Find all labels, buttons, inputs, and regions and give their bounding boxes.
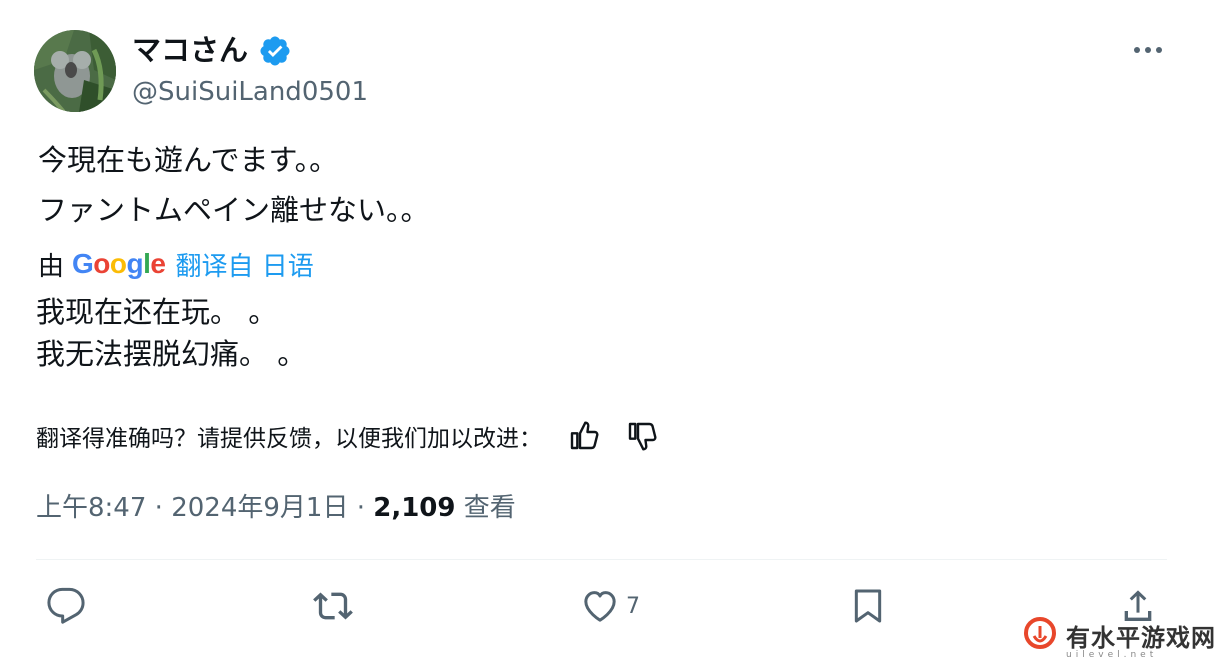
bookmark-icon bbox=[854, 589, 882, 623]
retweet-icon bbox=[313, 592, 353, 620]
tweet-date[interactable]: 2024年9月1日 bbox=[171, 493, 348, 523]
watermark-logo-icon bbox=[1024, 617, 1056, 649]
user-handle[interactable]: @SuiSuiLand0501 bbox=[132, 74, 368, 110]
tweet-metadata: 上午8:47 · 2024年9月1日 · 2,109 查看 bbox=[36, 488, 516, 528]
reply-icon bbox=[47, 587, 85, 624]
thumbs-up-icon[interactable] bbox=[568, 420, 600, 452]
verified-badge-icon[interactable] bbox=[258, 34, 292, 68]
meta-separator: · bbox=[154, 493, 163, 523]
heart-icon bbox=[584, 591, 616, 622]
tweet-detail: マコさん @SuiSuiLand0501 今現在も遊んでます。。 ファントムペイ… bbox=[0, 0, 1220, 661]
translated-text-line: 我无法摆脱幻痛。 。 bbox=[36, 337, 307, 371]
more-horizontal-icon[interactable] bbox=[1130, 38, 1166, 62]
thumbs-down-icon[interactable] bbox=[626, 420, 658, 452]
views-label: 查看 bbox=[463, 493, 516, 523]
feedback-prompt: 翻译得准确吗？请提供反馈，以便我们加以改进： bbox=[36, 426, 542, 452]
views-count: 2,109 bbox=[373, 493, 456, 523]
translation-feedback: 翻译得准确吗？请提供反馈，以便我们加以改进： bbox=[36, 416, 658, 456]
translation-prefix: 由 bbox=[38, 251, 65, 282]
like-count: 7 bbox=[626, 593, 640, 619]
koala-photo-icon bbox=[34, 30, 116, 112]
divider bbox=[36, 559, 1167, 560]
site-watermark: 有水平游戏网 uilevel.net bbox=[1018, 614, 1218, 661]
tweet-text-line: ファントムペイン離せない。。 bbox=[38, 193, 430, 227]
tweet-text-line: 今現在も遊んでます。。 bbox=[38, 143, 339, 177]
translated-text-line: 我现在还在玩。 。 bbox=[36, 295, 278, 329]
reply-button[interactable] bbox=[46, 586, 86, 626]
tweet-time[interactable]: 上午8:47 bbox=[36, 493, 146, 523]
bookmark-button[interactable] bbox=[848, 586, 888, 626]
retweet-button[interactable] bbox=[313, 586, 353, 626]
meta-separator: · bbox=[356, 493, 365, 523]
watermark-subtext: uilevel.net bbox=[1066, 650, 1158, 660]
translation-attribution: 由 Google 翻译自 日语 bbox=[38, 244, 314, 284]
google-logo: Google bbox=[72, 248, 166, 279]
avatar[interactable] bbox=[34, 30, 116, 112]
display-name[interactable]: マコさん bbox=[132, 30, 248, 70]
like-button[interactable]: 7 bbox=[580, 586, 640, 626]
watermark-text: 有水平游戏网 bbox=[1066, 623, 1216, 652]
translation-source-link[interactable]: 翻译自 日语 bbox=[175, 246, 313, 283]
